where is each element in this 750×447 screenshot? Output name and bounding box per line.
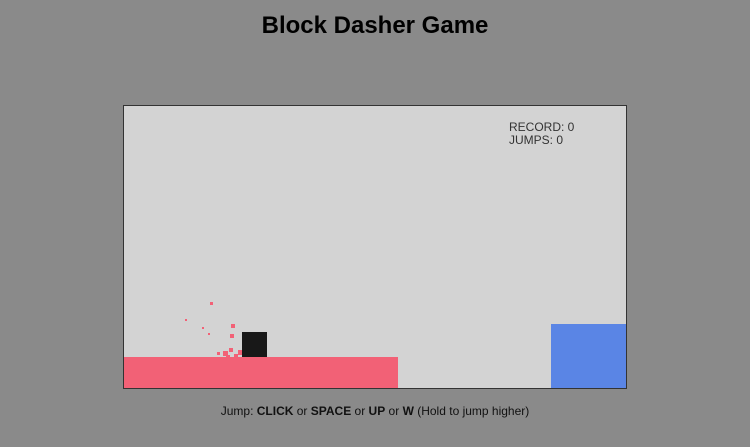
trail-particle [202, 327, 204, 329]
trail-particle [231, 324, 235, 328]
trail-particle [230, 334, 234, 338]
page-title: Block Dasher Game [261, 12, 489, 39]
game-canvas[interactable]: RECORD: 0 JUMPS: 0 [123, 105, 627, 389]
key-up: UP [368, 404, 386, 418]
trail-particle [217, 352, 220, 355]
score-hud: RECORD: 0 JUMPS: 0 [509, 121, 574, 147]
instructions-separator: or [351, 404, 369, 418]
key-space: SPACE [310, 404, 352, 418]
key-click: CLICK [256, 404, 294, 418]
instructions-prefix: Jump: [220, 404, 257, 418]
jumps-counter: JUMPS: 0 [509, 133, 564, 147]
key-w: W [402, 404, 414, 418]
page: Block Dasher Game RECORD: 0 JUMPS: 0 Jum… [0, 0, 750, 447]
player-block [242, 332, 267, 357]
trail-particle [229, 348, 233, 352]
trail-particle [210, 302, 213, 305]
controls-instructions: Jump: CLICK or SPACE or UP or W (Hold to… [0, 404, 750, 418]
trail-particle [208, 333, 210, 335]
instructions-separator: or [293, 404, 311, 418]
trail-particle [226, 355, 230, 357]
pink-platform [124, 357, 398, 388]
instructions-suffix: (Hold to jump higher) [413, 404, 530, 418]
instructions-separator: or [385, 404, 403, 418]
trail-particle [185, 319, 187, 321]
blue-block [551, 324, 626, 388]
